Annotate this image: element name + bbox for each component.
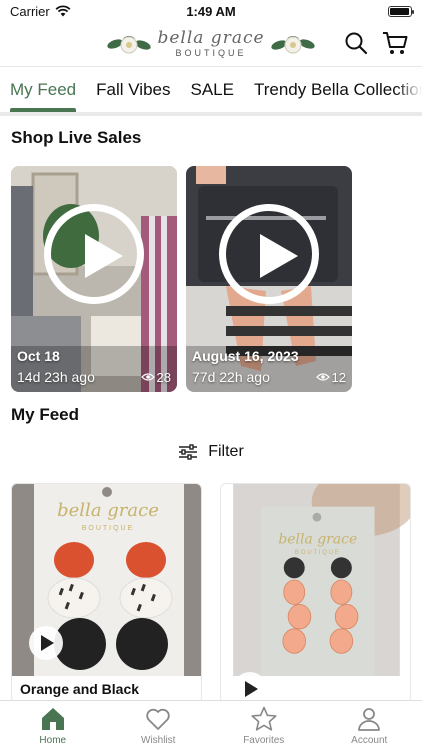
eye-icon: [315, 373, 330, 381]
nav-home[interactable]: Home: [0, 701, 106, 750]
live-sale-date: August 16, 2023: [192, 348, 299, 364]
header-actions: [344, 30, 408, 56]
play-icon[interactable]: [44, 204, 144, 304]
bottom-nav: Home Wishlist Favorites Account: [0, 700, 422, 750]
app-header: bella grace BOUTIQUE: [0, 22, 422, 66]
view-count-value: 12: [331, 369, 346, 385]
live-sale-age: 14d 23h ago: [17, 369, 95, 385]
play-icon[interactable]: [219, 204, 319, 304]
star-icon: [251, 706, 277, 731]
nav-account-label: Account: [351, 735, 388, 746]
nav-wishlist-label: Wishlist: [141, 735, 176, 746]
battery-icon: [388, 5, 414, 17]
magnolia-left-icon: [107, 36, 152, 54]
nav-wishlist[interactable]: Wishlist: [106, 701, 212, 750]
feed-item-card[interactable]: bella grace BOUTIQUE Orange and Black: [11, 483, 202, 703]
view-count: 28: [140, 369, 171, 385]
magnolia-right-icon: [270, 36, 315, 54]
feed-title: My Feed: [11, 405, 80, 424]
battery-level: [390, 7, 409, 15]
view-count-value: 28: [156, 369, 171, 385]
card-logo-script: bella grace: [278, 531, 357, 547]
live-sale-age: 77d 22h ago: [192, 369, 270, 385]
card-logo-script: bella grace: [57, 500, 159, 521]
nav-home-label: Home: [39, 735, 67, 746]
live-sale-meta: 14d 23h ago 28: [17, 369, 171, 385]
product-title: Orange and Black: [20, 681, 140, 697]
eye-icon: [140, 373, 155, 381]
live-sale-card[interactable]: August 16, 2023 77d 22h ago 12: [186, 166, 352, 392]
sliders-icon: [179, 444, 198, 460]
cart-icon[interactable]: [382, 30, 408, 56]
person-icon: [358, 708, 381, 731]
tabs-fade: [396, 67, 422, 111]
status-left: Carrier: [10, 4, 71, 19]
search-icon[interactable]: [344, 31, 368, 55]
live-sales-title: Shop Live Sales: [11, 128, 142, 147]
logo-script: bella grace: [157, 28, 265, 48]
tab-sale[interactable]: SALE: [180, 68, 243, 112]
live-sale-card[interactable]: Oct 18 14d 23h ago 28: [11, 166, 177, 392]
play-icon[interactable]: [233, 672, 267, 702]
live-sale-date: Oct 18: [17, 348, 60, 364]
category-tabs: My Feed Fall Vibes SALE Trendy Bella Col…: [0, 67, 422, 113]
heart-icon: [146, 708, 170, 730]
filter-label: Filter: [208, 443, 244, 460]
wifi-icon: [55, 5, 71, 17]
nav-favorites-label: Favorites: [243, 735, 285, 746]
play-icon[interactable]: [29, 626, 63, 660]
nav-account[interactable]: Account: [317, 701, 422, 750]
logo-text: bella grace BOUTIQUE: [157, 30, 264, 58]
filter-button[interactable]: Filter: [0, 443, 422, 461]
nav-favorites[interactable]: Favorites: [211, 701, 317, 750]
live-sale-meta: 77d 22h ago 12: [192, 369, 346, 385]
carrier-label: Carrier: [10, 3, 50, 19]
product-image: bella grace BOUTIQUE: [233, 484, 410, 676]
view-count: 12: [315, 369, 346, 385]
tab-fall-vibes[interactable]: Fall Vibes: [86, 68, 180, 112]
card-logo-sub: BOUTIQUE: [82, 525, 135, 532]
status-bar: Carrier 1:49 AM: [0, 0, 422, 22]
brand-logo: bella grace BOUTIQUE: [107, 30, 315, 58]
home-icon: [41, 708, 64, 730]
tabs-divider: [0, 112, 422, 116]
card-logo-sub: BOUTIQUE: [295, 549, 341, 556]
tab-my-feed[interactable]: My Feed: [0, 68, 86, 112]
feed-item-card[interactable]: bella grace BOUTIQUE: [220, 483, 411, 703]
logo-subtitle: BOUTIQUE: [175, 48, 247, 58]
